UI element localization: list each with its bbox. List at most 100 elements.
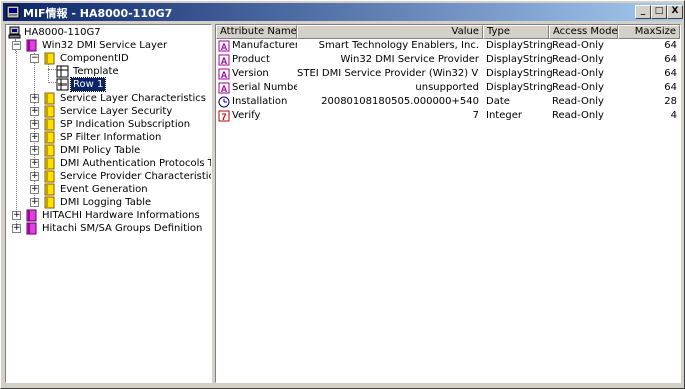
- cell-value: 20080108180505.000000+540: [321, 96, 479, 107]
- group-book-icon: [44, 157, 55, 170]
- app-icon: [6, 5, 20, 19]
- cell-attribute-name: Manufacturer: [232, 40, 297, 51]
- expand-icon[interactable]: +: [30, 146, 39, 155]
- window-title: MIF情報 - HA8000-110G7: [23, 7, 173, 20]
- tree-label-group: Event Generation: [60, 184, 148, 195]
- tree-line: [48, 82, 56, 83]
- group-book-icon: [44, 196, 55, 209]
- expand-icon[interactable]: +: [30, 172, 39, 181]
- expand-icon[interactable]: +: [12, 224, 21, 233]
- table-row[interactable]: 7 Verify 7 Integer Read-Only 4: [216, 109, 680, 123]
- string-attribute-icon: A: [218, 68, 230, 80]
- template-table-icon: [56, 65, 69, 78]
- string-attribute-icon: A: [218, 82, 230, 94]
- tree-label-componentid: ComponentID: [60, 53, 129, 64]
- expand-icon[interactable]: +: [30, 185, 39, 194]
- tree-node-group[interactable]: + SP Filter Information: [30, 131, 210, 144]
- cell-value: unsupported: [415, 82, 479, 93]
- tree-node-group[interactable]: + Service Layer Security: [30, 105, 210, 118]
- tree-node-hitachi-hardware[interactable]: + HITACHI Hardware Informations: [12, 209, 211, 222]
- close-button[interactable]: X: [667, 5, 683, 19]
- tree-line: [48, 69, 56, 70]
- cell-access-mode: Read-Only: [552, 54, 604, 65]
- table-row[interactable]: Installation 20080108180505.000000+540 Dat…: [216, 95, 680, 109]
- collapse-icon[interactable]: −: [30, 54, 39, 63]
- table-row[interactable]: A Version STEI DMI Service Provider (Win32…: [216, 67, 680, 81]
- cell-maxsize: 28: [664, 96, 677, 107]
- tree-label-group: Service Layer Characteristics: [60, 93, 206, 104]
- cell-access-mode: Read-Only: [552, 82, 604, 93]
- tree-node-group[interactable]: + Service Provider Characteristics: [30, 170, 212, 183]
- tree-node-componentid[interactable]: − ComponentID: [30, 52, 210, 65]
- attribute-list[interactable]: Attribute Name Value Type Access Mode Ma…: [215, 24, 681, 383]
- expand-icon[interactable]: +: [30, 159, 39, 168]
- table-row[interactable]: A Manufacturer Smart Technology Enablers, …: [216, 39, 680, 53]
- column-header-access-mode[interactable]: Access Mode: [549, 25, 618, 39]
- date-attribute-icon: [218, 96, 230, 108]
- expand-icon[interactable]: +: [30, 133, 39, 142]
- tree-node-row1[interactable]: Row 1: [56, 77, 206, 92]
- cell-access-mode: Read-Only: [552, 96, 604, 107]
- cell-value: 7: [472, 110, 479, 121]
- tree-node-group[interactable]: + DMI Authentication Protocols Table: [30, 157, 211, 170]
- group-book-icon: [44, 144, 55, 157]
- tree-node-group[interactable]: + Event Generation: [30, 183, 210, 196]
- tree-label-service-layer: Win32 DMI Service Layer: [42, 40, 168, 51]
- column-header-maxsize[interactable]: MaxSize: [618, 25, 680, 39]
- cell-access-mode: Read-Only: [552, 110, 604, 121]
- cell-type: DisplayString: [486, 40, 552, 51]
- expand-icon[interactable]: +: [30, 198, 39, 207]
- collapse-icon[interactable]: −: [12, 41, 21, 50]
- cell-maxsize: 64: [664, 40, 677, 51]
- tree-node-service-layer[interactable]: − Win32 DMI Service Layer: [12, 39, 211, 52]
- component-book-icon: [26, 209, 37, 222]
- cell-attribute-name: Product: [232, 54, 270, 65]
- tree-label-group: Service Provider Characteristics: [60, 171, 212, 182]
- tree-line: [16, 46, 17, 228]
- cell-value: Smart Technology Enablers, Inc.: [318, 40, 479, 51]
- tree-node-group[interactable]: + DMI Policy Table: [30, 144, 210, 157]
- component-book-icon: [26, 222, 37, 235]
- column-header-type[interactable]: Type: [483, 25, 549, 39]
- expand-icon[interactable]: +: [30, 94, 39, 103]
- table-row[interactable]: A Serial Number unsupported DisplayString Re…: [216, 81, 680, 95]
- integer-attribute-icon: 7: [218, 110, 230, 122]
- svg-text:A: A: [221, 84, 228, 94]
- cell-type: DisplayString: [486, 54, 552, 65]
- column-header-value[interactable]: Value: [297, 25, 483, 39]
- tree-label-group: DMI Policy Table: [60, 145, 141, 156]
- main-window: MIF情報 - HA8000-110G7 _ □ X HA8000-110G7 …: [0, 0, 685, 389]
- expand-icon[interactable]: +: [30, 107, 39, 116]
- cell-type: DisplayString: [486, 82, 552, 93]
- group-book-icon: [44, 118, 55, 131]
- svg-text:A: A: [221, 56, 228, 66]
- tree-label-group: SP Indication Subscription: [60, 119, 191, 130]
- cell-access-mode: Read-Only: [552, 40, 604, 51]
- row-table-icon: [56, 78, 69, 91]
- expand-icon[interactable]: +: [12, 211, 21, 220]
- maximize-button[interactable]: □: [651, 5, 667, 19]
- tree-node-group[interactable]: + Service Layer Characteristics: [30, 92, 210, 105]
- tree-label-template: Template: [73, 66, 119, 77]
- tree-label-hitachi-hardware: HITACHI Hardware Informations: [42, 210, 200, 221]
- column-header-attribute-name[interactable]: Attribute Name: [216, 25, 297, 39]
- tree-label-group: SP Filter Information: [60, 132, 162, 143]
- group-book-icon: [44, 92, 55, 105]
- minimize-button[interactable]: _: [635, 5, 651, 19]
- tree-node-group[interactable]: + SP Indication Subscription: [30, 118, 210, 131]
- tree-node-group[interactable]: + DMI Logging Table: [30, 196, 210, 209]
- tree-node-hitachi-smsa[interactable]: + Hitachi SM/SA Groups Definition: [12, 222, 211, 235]
- tree-node-root[interactable]: HA8000-110G7: [8, 26, 208, 39]
- table-row[interactable]: A Product Win32 DMI Service Provider Displa…: [216, 53, 680, 67]
- cell-maxsize: 64: [664, 82, 677, 93]
- tree-pane[interactable]: HA8000-110G7 − Win32 DMI Service Layer −…: [5, 24, 212, 383]
- svg-text:A: A: [221, 42, 228, 52]
- expand-icon[interactable]: +: [30, 120, 39, 129]
- cell-attribute-name: Serial Number: [232, 82, 297, 93]
- group-book-icon: [44, 183, 55, 196]
- cell-attribute-name: Installation: [232, 96, 288, 107]
- tree-node-template[interactable]: Template: [56, 65, 206, 78]
- cell-attribute-name: Verify: [232, 110, 261, 121]
- title-bar[interactable]: MIF情報 - HA8000-110G7 _ □ X: [3, 3, 683, 21]
- tree-label-root: HA8000-110G7: [24, 27, 101, 38]
